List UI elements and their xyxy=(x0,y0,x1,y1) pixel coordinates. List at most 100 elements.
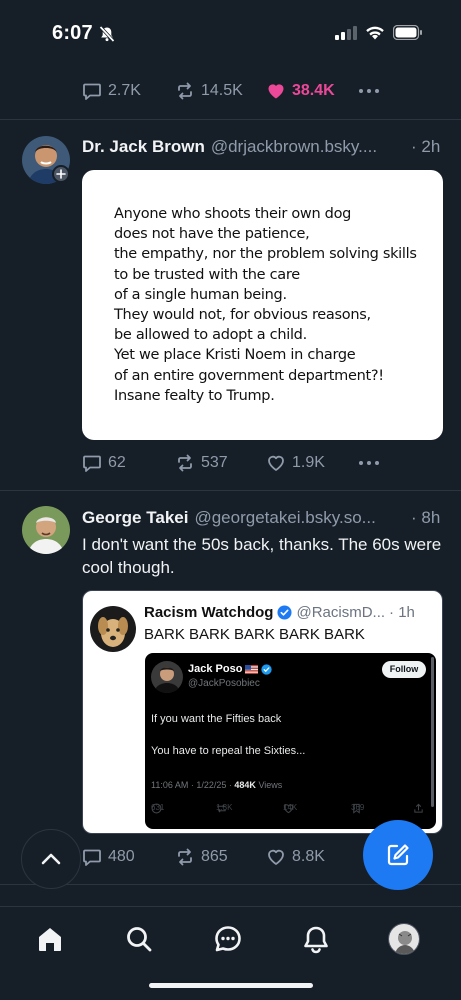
follow-plus-icon[interactable] xyxy=(52,165,70,183)
divider xyxy=(0,490,461,491)
author-name[interactable]: Dr. Jack Brown xyxy=(82,137,205,157)
tweet-text-line: You have to repeal the Sixties... xyxy=(151,745,306,757)
like-count: 8.8K xyxy=(292,848,325,865)
post-time: · 2h xyxy=(411,137,441,156)
tab-search[interactable] xyxy=(121,921,157,957)
repost-button[interactable]: 537 xyxy=(175,453,266,473)
repost-button[interactable]: 865 xyxy=(175,847,266,867)
heart-icon xyxy=(268,849,284,865)
more-horizontal-icon xyxy=(359,461,379,465)
repost-icon xyxy=(178,454,192,472)
tweet-views-count: 484K xyxy=(234,780,256,790)
status-indicators xyxy=(335,24,423,45)
compose-icon xyxy=(387,844,409,866)
tweet-repost: 1.3K xyxy=(216,803,232,814)
chat-icon xyxy=(215,926,241,952)
like-button[interactable]: 38.4K xyxy=(266,81,358,101)
post-actions: 480 865 8.8K xyxy=(82,845,358,869)
tab-profile[interactable] xyxy=(386,921,422,957)
tab-notifications[interactable] xyxy=(298,921,334,957)
post-text: I don't want the 50s back, thanks. The 6… xyxy=(82,535,442,577)
tweet-action-bar: 631 1.3K 14K 369 xyxy=(151,803,431,817)
more-horizontal-icon xyxy=(359,89,379,93)
repost-count: 537 xyxy=(201,454,228,471)
tweet-timestamp: 11:06 AM · 1/22/25 · xyxy=(151,780,232,790)
tab-home[interactable] xyxy=(32,921,68,957)
quote-author-name: Racism Watchdog xyxy=(144,604,274,621)
prev-post-actions: 2.7K 14.5K 38.4K xyxy=(82,79,380,103)
like-button[interactable]: 8.8K xyxy=(266,847,358,867)
divider xyxy=(0,119,461,120)
repost-count: 865 xyxy=(201,848,228,865)
reply-count: 480 xyxy=(108,848,135,865)
home-icon xyxy=(39,928,61,951)
author-name[interactable]: George Takei xyxy=(82,508,188,528)
heart-icon xyxy=(268,455,284,471)
scroll-to-top-button[interactable] xyxy=(21,829,81,889)
reply-icon xyxy=(83,455,101,472)
post-header: George Takei @georgetakei.bsky.so... · 8… xyxy=(82,508,440,528)
author-handle[interactable]: @drjackbrown.bsky.... xyxy=(211,137,377,157)
more-options-button[interactable] xyxy=(358,453,380,473)
repost-icon xyxy=(178,848,192,866)
post-actions: 62 537 1.9K xyxy=(82,451,380,475)
tweet-share-icon xyxy=(414,803,423,813)
tweet-reply: 631 xyxy=(151,803,165,814)
author-handle[interactable]: @georgetakei.bsky.so... xyxy=(194,508,375,528)
reply-button[interactable]: 480 xyxy=(82,847,175,867)
us-flag-icon xyxy=(245,664,259,674)
chevron-up-icon xyxy=(41,853,61,865)
tab-chat[interactable] xyxy=(210,921,246,957)
embedded-tweet-image: Jack Poso @JackPosobiec Follow If you wa… xyxy=(145,653,436,829)
tweet-reply-count: 631 xyxy=(151,803,165,812)
verified-badge-icon xyxy=(277,605,292,620)
bell-slash-icon xyxy=(98,25,116,48)
heart-filled-icon xyxy=(268,84,284,99)
status-bar: 6:07 xyxy=(0,0,461,64)
tweet-bookmark-count: 369 xyxy=(351,803,365,812)
quote-time: · 1h xyxy=(389,604,415,621)
battery-icon xyxy=(392,24,423,45)
repost-count: 14.5K xyxy=(201,82,243,99)
tweet-like: 14K xyxy=(283,803,297,814)
tweet-author-handle: @JackPosobiec xyxy=(188,678,260,689)
home-indicator xyxy=(149,983,313,988)
tweet-repost-count: 1.3K xyxy=(216,803,233,812)
more-options-button[interactable] xyxy=(358,81,380,101)
reply-count: 62 xyxy=(108,454,126,471)
tweet-scrollbar xyxy=(431,657,434,807)
avatar-georgetakei[interactable] xyxy=(22,506,70,554)
tweet-avatar xyxy=(151,661,183,693)
quote-text: BARK BARK BARK BARK BARK xyxy=(144,626,365,643)
cellular-signal-icon xyxy=(335,25,357,45)
compose-post-button[interactable] xyxy=(363,820,433,890)
tweet-author-name: Jack Poso xyxy=(188,663,243,675)
post-time: · 8h xyxy=(411,508,441,527)
reply-button[interactable]: 62 xyxy=(82,453,175,473)
bell-icon xyxy=(304,926,328,954)
tweet-views-label: Views xyxy=(258,780,283,790)
wifi-icon xyxy=(365,25,385,45)
repost-button[interactable]: 14.5K xyxy=(175,81,266,101)
tweet-meta: 11:06 AM · 1/22/25 · 484K Views xyxy=(151,780,282,790)
avatar-racismwatchdog xyxy=(90,606,136,652)
reply-button[interactable]: 2.7K xyxy=(82,81,175,101)
tweet-verified-icon xyxy=(261,663,273,675)
tweet-author: Jack Poso xyxy=(188,663,273,675)
reply-icon xyxy=(83,83,101,100)
repost-icon xyxy=(178,82,192,100)
reply-icon xyxy=(83,849,101,866)
quoted-post[interactable]: Racism Watchdog @RacismD... · 1h BARK BA… xyxy=(82,590,443,834)
post-image[interactable]: Anyone who shoots their own dog does not… xyxy=(82,170,443,440)
like-button[interactable]: 1.9K xyxy=(266,453,358,473)
status-time: 6:07 xyxy=(52,22,93,44)
tweet-bookmark: 369 xyxy=(351,803,365,814)
search-icon xyxy=(127,927,152,952)
tweet-share xyxy=(413,803,424,814)
reply-count: 2.7K xyxy=(108,82,141,99)
profile-avatar xyxy=(388,923,420,955)
like-count: 38.4K xyxy=(292,82,335,99)
image-text: Anyone who shoots their own dog does not… xyxy=(114,206,417,404)
like-count: 1.9K xyxy=(292,454,325,471)
tweet-follow-button: Follow xyxy=(382,661,426,678)
